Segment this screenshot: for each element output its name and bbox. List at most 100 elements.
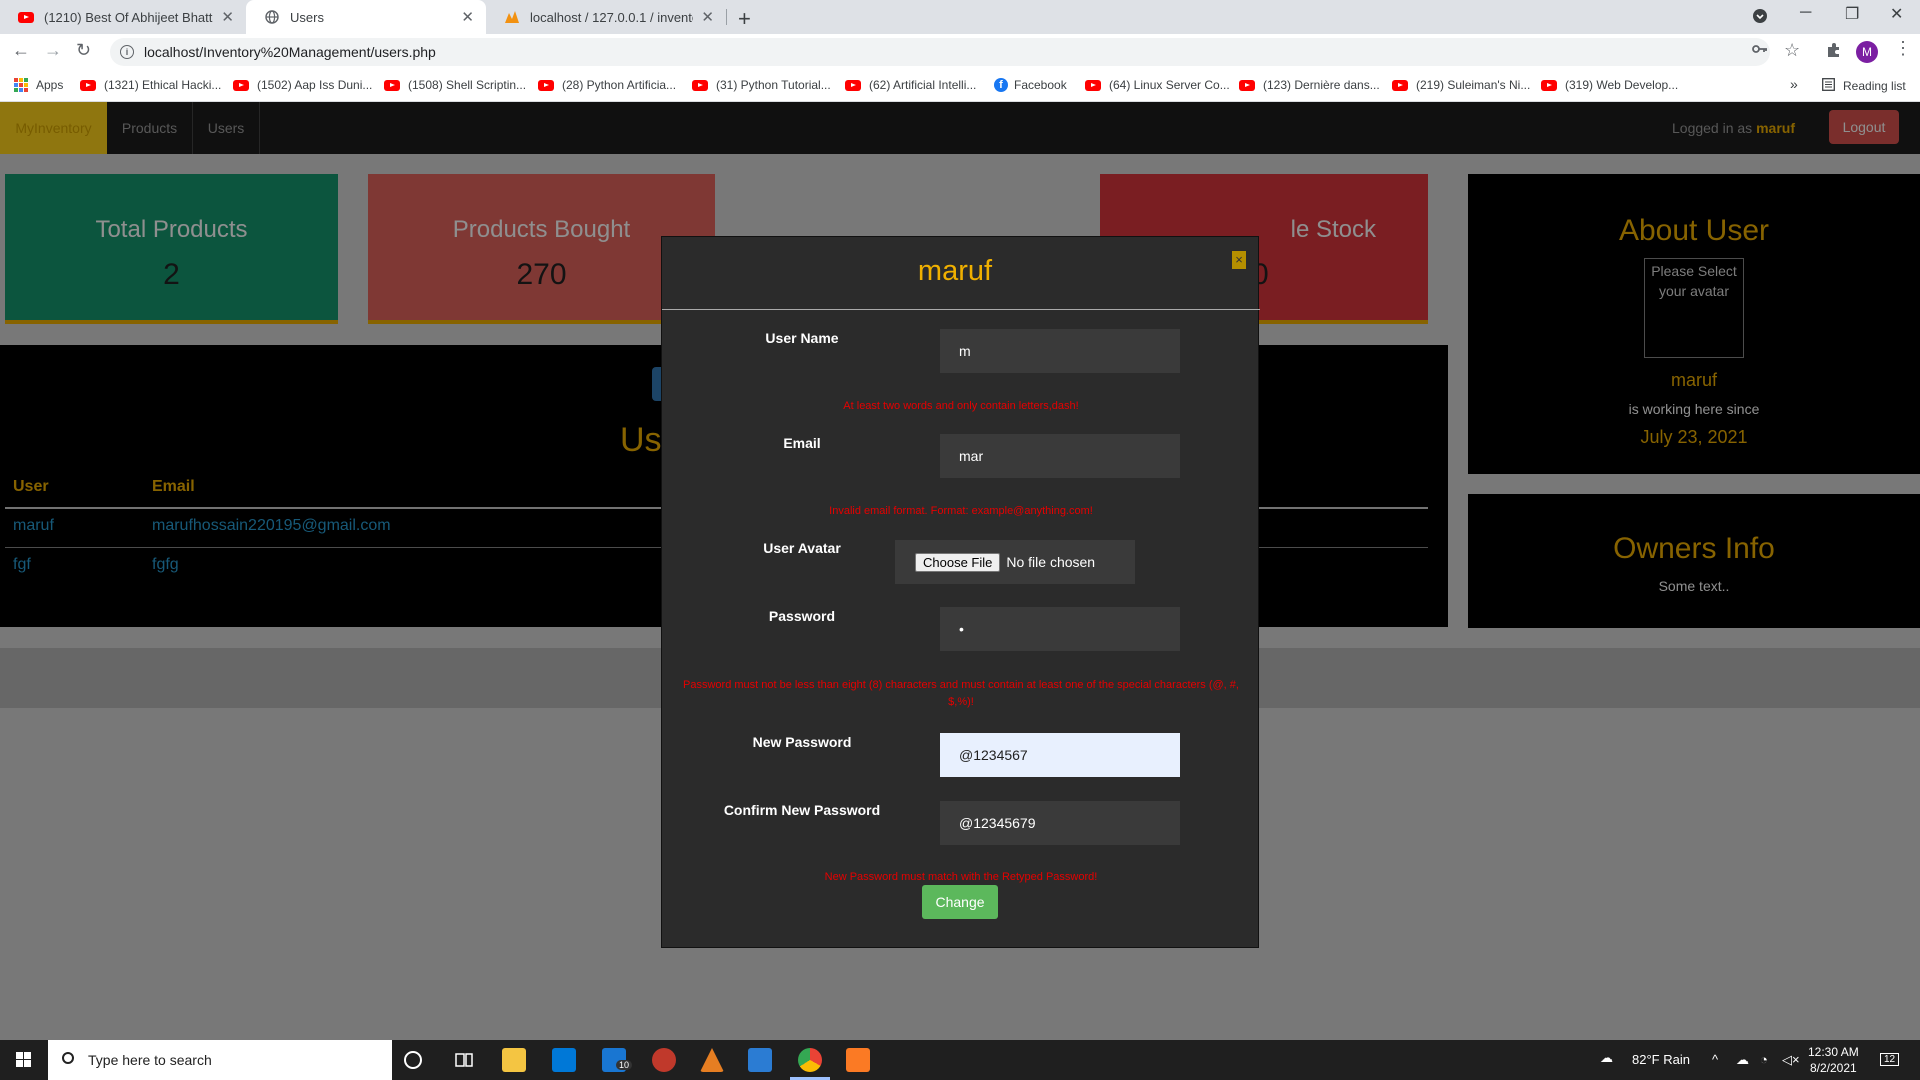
- weather-cloud-icon[interactable]: ☁: [1600, 1050, 1613, 1066]
- notification-icon[interactable]: 12: [1880, 1050, 1900, 1066]
- new-tab-plus-icon[interactable]: +: [738, 6, 751, 32]
- modal-title: maruf: [917, 255, 993, 287]
- bookmark-label: Apps: [36, 78, 64, 92]
- bookmark-item[interactable]: (123) Dernière dans...: [1239, 78, 1380, 92]
- email-input[interactable]: mar: [940, 434, 1180, 478]
- search-icon: [62, 1052, 74, 1064]
- choose-file-button[interactable]: Choose File: [915, 552, 1001, 572]
- task-view-icon[interactable]: [452, 1048, 476, 1072]
- tab-youtube[interactable]: (1210) Best Of Abhijeet Bhattach ✕: [0, 0, 246, 34]
- youtube-icon: [384, 79, 400, 91]
- cortana-icon[interactable]: [404, 1051, 422, 1069]
- photos-app-icon[interactable]: [652, 1048, 676, 1072]
- windows-start-icon[interactable]: [16, 1052, 31, 1067]
- change-button[interactable]: Change: [922, 885, 998, 919]
- youtube-icon: [80, 79, 96, 91]
- close-tab-icon[interactable]: ✕: [221, 8, 234, 26]
- youtube-icon: [1239, 79, 1255, 91]
- tab-phpmyadmin[interactable]: localhost / 127.0.0.1 / inventory_ ✕: [486, 0, 726, 34]
- phpmyadmin-icon: [504, 9, 520, 25]
- confirm-password-input[interactable]: @12345679: [940, 801, 1180, 845]
- avatar-file-input[interactable]: Choose File No file chosen: [895, 540, 1135, 584]
- back-arrow-icon[interactable]: ←: [12, 40, 30, 61]
- browser-toolbar: ← → ↻ i localhost/Inventory%20Management…: [0, 34, 1920, 70]
- bookmark-star-icon[interactable]: ☆: [1784, 40, 1800, 61]
- mail-icon[interactable]: 10: [602, 1048, 633, 1072]
- close-window-icon[interactable]: ✕: [1890, 4, 1903, 24]
- forward-arrow-icon[interactable]: →: [44, 40, 62, 61]
- reload-icon[interactable]: ↻: [76, 40, 91, 61]
- tray-chevron-up-icon[interactable]: ^: [1712, 1052, 1718, 1067]
- new-password-input[interactable]: @1234567: [940, 733, 1180, 777]
- matlab-icon[interactable]: [700, 1048, 724, 1072]
- system-clock[interactable]: 12:30 AM 8/2/2021: [1808, 1044, 1859, 1076]
- globe-icon: [264, 9, 280, 25]
- close-tab-icon[interactable]: ✕: [461, 8, 474, 26]
- facebook-icon: f: [994, 78, 1008, 92]
- tab-users[interactable]: Users ✕: [246, 0, 486, 34]
- bookmark-item[interactable]: (1321) Ethical Hacki...: [80, 78, 221, 92]
- email-error: Invalid email format. Format: example@an…: [829, 505, 1093, 517]
- volume-muted-icon[interactable]: ◁×: [1782, 1052, 1800, 1068]
- taskbar-search-input[interactable]: Type here to search: [48, 1040, 392, 1080]
- bookmark-label: (219) Suleiman's Ni...: [1416, 78, 1531, 92]
- confirm-password-label: Confirm New Password: [723, 802, 881, 818]
- bookmark-item[interactable]: (319) Web Develop...: [1541, 78, 1678, 92]
- bookmark-item[interactable]: (219) Suleiman's Ni...: [1392, 78, 1530, 92]
- clock-date: 8/2/2021: [1809, 1061, 1857, 1075]
- bookmark-item[interactable]: (64) Linux Server Co...: [1085, 78, 1230, 92]
- reading-list-icon: [1822, 78, 1835, 94]
- tab-title: Users: [290, 9, 324, 25]
- bookmark-label: (1508) Shell Scriptin...: [408, 78, 527, 92]
- menu-kebab-icon[interactable]: ⋮: [1894, 38, 1912, 59]
- bookmark-item[interactable]: (1502) Aap Iss Duni...: [233, 78, 372, 92]
- url-text: localhost/Inventory%20Management/users.p…: [144, 44, 436, 60]
- profile-avatar[interactable]: M: [1856, 41, 1878, 63]
- bookmark-label: (31) Python Tutorial...: [716, 78, 831, 92]
- weather-text[interactable]: 82°F Rain: [1632, 1052, 1690, 1067]
- bookmarks-more-chevron-icon[interactable]: »: [1790, 76, 1798, 92]
- file-explorer-icon[interactable]: [502, 1048, 526, 1072]
- close-icon[interactable]: ×: [1232, 251, 1246, 269]
- modal-header: maruf ×: [662, 237, 1260, 310]
- network-icon[interactable]: ◔: [1760, 1052, 1768, 1067]
- bookmark-label: (64) Linux Server Co...: [1109, 78, 1230, 92]
- mail-badge: 10: [616, 1060, 633, 1070]
- onedrive-icon[interactable]: ☁: [1736, 1052, 1749, 1068]
- page-viewport: MyInventory Products Users Logged in as …: [0, 102, 1920, 1040]
- bookmark-apps[interactable]: Apps: [14, 78, 63, 92]
- minimize-icon[interactable]: ─: [1800, 4, 1811, 22]
- site-info-icon[interactable]: i: [120, 45, 134, 59]
- username-input[interactable]: m: [940, 329, 1180, 373]
- key-icon[interactable]: [1752, 42, 1768, 61]
- close-tab-icon[interactable]: ✕: [701, 8, 714, 26]
- bookmark-label: (28) Python Artificia...: [562, 78, 677, 92]
- bookmark-item[interactable]: (62) Artificial Intelli...: [845, 78, 976, 92]
- address-bar[interactable]: i localhost/Inventory%20Management/users…: [110, 38, 1770, 66]
- store-icon[interactable]: [552, 1048, 576, 1072]
- bookmark-item[interactable]: f Facebook: [994, 78, 1067, 92]
- extensions-puzzle-icon[interactable]: [1826, 42, 1842, 63]
- reading-list-button[interactable]: Reading list: [1822, 78, 1906, 94]
- password-input[interactable]: •: [940, 607, 1180, 651]
- word-icon[interactable]: [748, 1048, 772, 1072]
- password-label: Password: [768, 608, 836, 624]
- bookmark-item[interactable]: (31) Python Tutorial...: [692, 78, 831, 92]
- chrome-icon[interactable]: [798, 1048, 822, 1072]
- clock-time: 12:30 AM: [1808, 1045, 1859, 1059]
- taskbar-search-placeholder: Type here to search: [88, 1052, 212, 1068]
- password-error: Password must not be less than eight (8)…: [683, 679, 1239, 708]
- email-label: Email: [783, 435, 821, 451]
- bookmark-label: (1502) Aap Iss Duni...: [257, 78, 373, 92]
- password-match-error: New Password must match with the Retyped…: [824, 871, 1098, 883]
- bookmark-label: (123) Dernière dans...: [1263, 78, 1380, 92]
- tab-search-icon[interactable]: [1752, 8, 1768, 29]
- bookmark-label: Facebook: [1014, 78, 1067, 92]
- xampp-icon[interactable]: [846, 1048, 870, 1072]
- bookmark-item[interactable]: (28) Python Artificia...: [538, 78, 676, 92]
- tab-separator: [726, 9, 727, 25]
- restore-icon[interactable]: ❐: [1845, 4, 1859, 24]
- bookmark-item[interactable]: (1508) Shell Scriptin...: [384, 78, 526, 92]
- youtube-icon: [1541, 79, 1557, 91]
- apps-grid-icon: [14, 78, 28, 92]
